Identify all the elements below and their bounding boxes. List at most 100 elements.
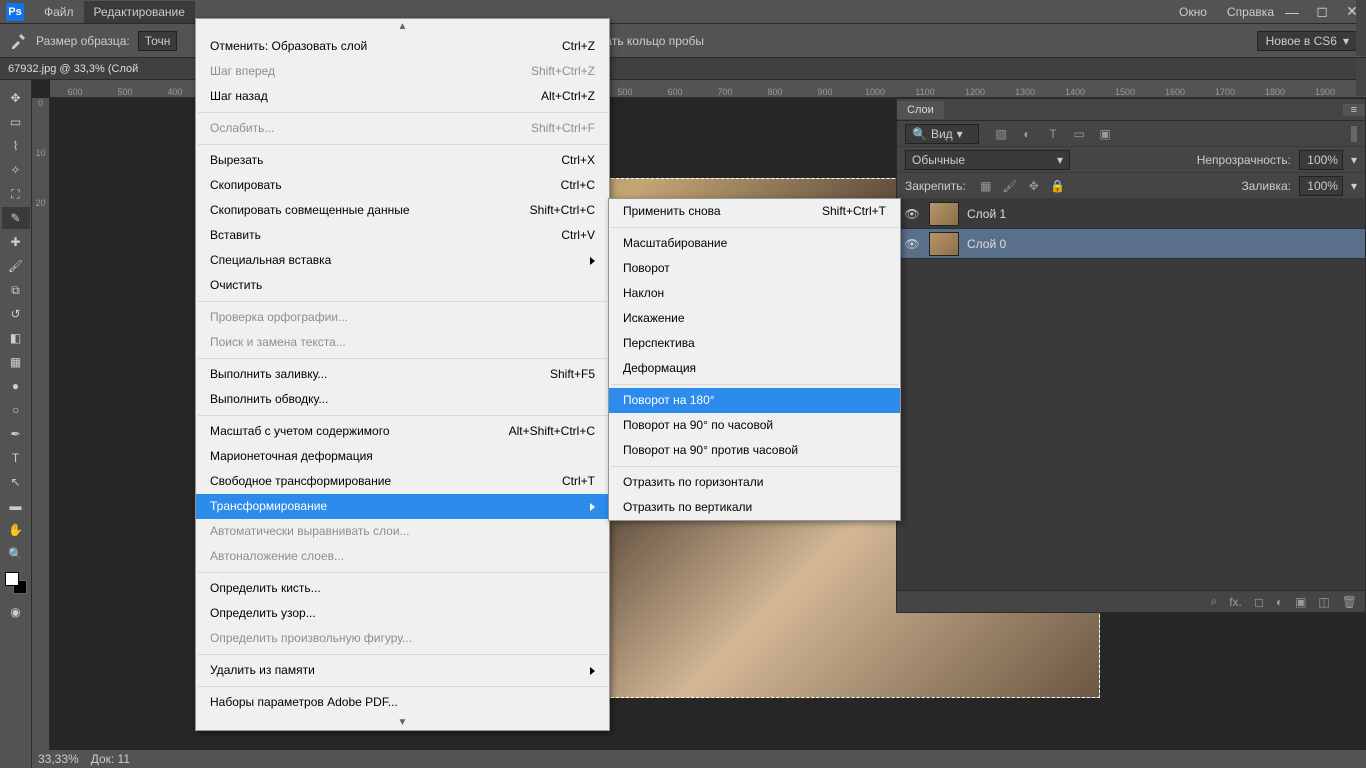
layer-thumb[interactable] [929, 202, 959, 226]
menu-item[interactable]: Масштабирование [609, 231, 900, 256]
path-tool[interactable]: ↖ [2, 471, 30, 493]
menu-item[interactable]: Применить сноваShift+Ctrl+T [609, 199, 900, 224]
filter-type-icon[interactable]: T [1045, 126, 1061, 142]
filter-shape-icon[interactable]: ▭ [1071, 126, 1087, 142]
panel-menu-icon[interactable]: ≡ [1343, 104, 1365, 116]
menu-item[interactable]: Трансформирование [196, 494, 609, 519]
filter-toggle[interactable] [1351, 126, 1357, 142]
menu-item[interactable]: Выполнить заливку...Shift+F5 [196, 362, 609, 387]
lock-all-icon[interactable]: 🔒 [1050, 178, 1066, 194]
menu-file[interactable]: Файл [34, 1, 84, 23]
minimize-icon[interactable]: — [1284, 5, 1300, 19]
blur-tool[interactable]: ● [2, 375, 30, 397]
ring-checkbox-label[interactable]: ать кольцо пробы [605, 34, 704, 48]
opacity-label: Непрозрачность: [1197, 153, 1291, 167]
lasso-tool[interactable]: ⌇ [2, 135, 30, 157]
menu-item[interactable]: Поворот [609, 256, 900, 281]
eraser-tool[interactable]: ◧ [2, 327, 30, 349]
menu-item[interactable]: Шаг назадAlt+Ctrl+Z [196, 84, 609, 109]
trash-icon[interactable]: 🗑 [1342, 595, 1357, 609]
menu-item[interactable]: Деформация [609, 356, 900, 381]
menu-item[interactable]: Специальная вставка [196, 248, 609, 273]
menu-item[interactable]: Отразить по горизонтали [609, 470, 900, 495]
eyedropper-tool[interactable]: ✎ [2, 207, 30, 229]
filter-adjust-icon[interactable]: ◐ [1019, 126, 1035, 142]
brush-tool[interactable]: 🖌 [2, 255, 30, 277]
heal-tool[interactable]: ✚ [2, 231, 30, 253]
layer-item[interactable]: 👁 Слой 0 [897, 229, 1365, 259]
chevron-down-icon[interactable]: ▾ [1351, 179, 1357, 193]
menu-item[interactable]: СкопироватьCtrl+C [196, 173, 609, 198]
hand-tool[interactable]: ✋ [2, 519, 30, 541]
menu-item[interactable]: Наборы параметров Adobe PDF... [196, 690, 609, 715]
fx-icon[interactable]: fx. [1229, 595, 1242, 609]
menu-item[interactable]: ВырезатьCtrl+X [196, 148, 609, 173]
wand-tool[interactable]: ✧ [2, 159, 30, 181]
visibility-icon[interactable]: 👁 [903, 235, 921, 253]
menu-help[interactable]: Справка [1217, 1, 1284, 23]
group-icon[interactable]: ▣ [1295, 595, 1306, 609]
lock-transparency-icon[interactable]: ▦ [978, 178, 994, 194]
menu-item[interactable]: Поворот на 180° [609, 388, 900, 413]
menu-item[interactable]: Перспектива [609, 331, 900, 356]
gradient-tool[interactable]: ▦ [2, 351, 30, 373]
lock-paint-icon[interactable]: 🖌 [1002, 178, 1018, 194]
filter-pixel-icon[interactable]: ▧ [993, 126, 1009, 142]
opacity-field[interactable]: 100% [1299, 150, 1343, 170]
shape-tool[interactable]: ▬ [2, 495, 30, 517]
menu-item[interactable]: Скопировать совмещенные данныеShift+Ctrl… [196, 198, 609, 223]
menu-item[interactable]: Отразить по вертикали [609, 495, 900, 520]
menu-item[interactable]: Определить узор... [196, 601, 609, 626]
window-controls: — ◻ ✕ [1284, 5, 1360, 19]
filter-smart-icon[interactable]: ▣ [1097, 126, 1113, 142]
collapsed-panel-1[interactable] [1356, 0, 1366, 56]
stamp-tool[interactable]: ⧉ [2, 279, 30, 301]
menu-item[interactable]: Масштаб с учетом содержимогоAlt+Shift+Ct… [196, 419, 609, 444]
lock-position-icon[interactable]: ✥ [1026, 178, 1042, 194]
layer-name[interactable]: Слой 0 [967, 237, 1006, 251]
visibility-icon[interactable]: 👁 [903, 205, 921, 223]
menu-item[interactable]: Удалить из памяти [196, 658, 609, 683]
menu-item[interactable]: Отменить: Образовать слойCtrl+Z [196, 34, 609, 59]
color-swatches[interactable] [5, 572, 27, 594]
link-icon[interactable]: ⌕ [1210, 594, 1217, 609]
sample-size-field[interactable]: Точн [138, 31, 178, 51]
type-tool[interactable]: T [2, 447, 30, 469]
marquee-tool[interactable]: ▭ [2, 111, 30, 133]
menu-edit[interactable]: Редактирование [84, 1, 195, 23]
layer-item[interactable]: 👁 Слой 1 [897, 199, 1365, 229]
whats-new-dropdown[interactable]: Новое в CS6 ▾ [1257, 31, 1358, 51]
layer-filter-kind[interactable]: 🔍 Вид ▾ [905, 124, 979, 144]
menu-item[interactable]: Определить кисть... [196, 576, 609, 601]
maximize-icon[interactable]: ◻ [1314, 5, 1330, 19]
mask-icon[interactable]: ◻ [1254, 595, 1264, 609]
menu-item[interactable]: Наклон [609, 281, 900, 306]
layer-thumb[interactable] [929, 232, 959, 256]
menu-window[interactable]: Окно [1169, 1, 1217, 23]
zoom-tool[interactable]: 🔍 [2, 543, 30, 565]
menu-item[interactable]: Свободное трансформированиеCtrl+T [196, 469, 609, 494]
pen-tool[interactable]: ✒ [2, 423, 30, 445]
crop-tool[interactable]: ⛶ [2, 183, 30, 205]
layer-name[interactable]: Слой 1 [967, 207, 1006, 221]
menu-item[interactable]: Очистить [196, 273, 609, 298]
menu-item[interactable]: Искажение [609, 306, 900, 331]
menu-item[interactable]: ВставитьCtrl+V [196, 223, 609, 248]
blend-mode-dropdown[interactable]: Обычные ▾ [905, 150, 1070, 170]
fill-field[interactable]: 100% [1299, 176, 1343, 196]
menu-item[interactable]: Марионеточная деформация [196, 444, 609, 469]
menu-item[interactable]: Выполнить обводку... [196, 387, 609, 412]
quickmask-tool[interactable]: ◉ [2, 601, 30, 623]
chevron-down-icon[interactable]: ▾ [1351, 153, 1357, 167]
menu-item[interactable]: Поворот на 90° по часовой [609, 413, 900, 438]
collapsed-panel-2[interactable] [1356, 58, 1366, 96]
layers-tab[interactable]: Слои ≡ [897, 99, 1365, 121]
move-tool[interactable]: ✥ [2, 87, 30, 109]
adjust-icon[interactable]: ◐ [1276, 595, 1283, 609]
zoom-level[interactable]: 33,33% [38, 752, 79, 766]
dodge-tool[interactable]: ○ [2, 399, 30, 421]
history-brush-tool[interactable]: ↺ [2, 303, 30, 325]
document-tab-label: 67932.jpg @ 33,3% (Слой [8, 63, 138, 75]
menu-item[interactable]: Поворот на 90° против часовой [609, 438, 900, 463]
new-layer-icon[interactable]: ◫ [1318, 595, 1329, 609]
